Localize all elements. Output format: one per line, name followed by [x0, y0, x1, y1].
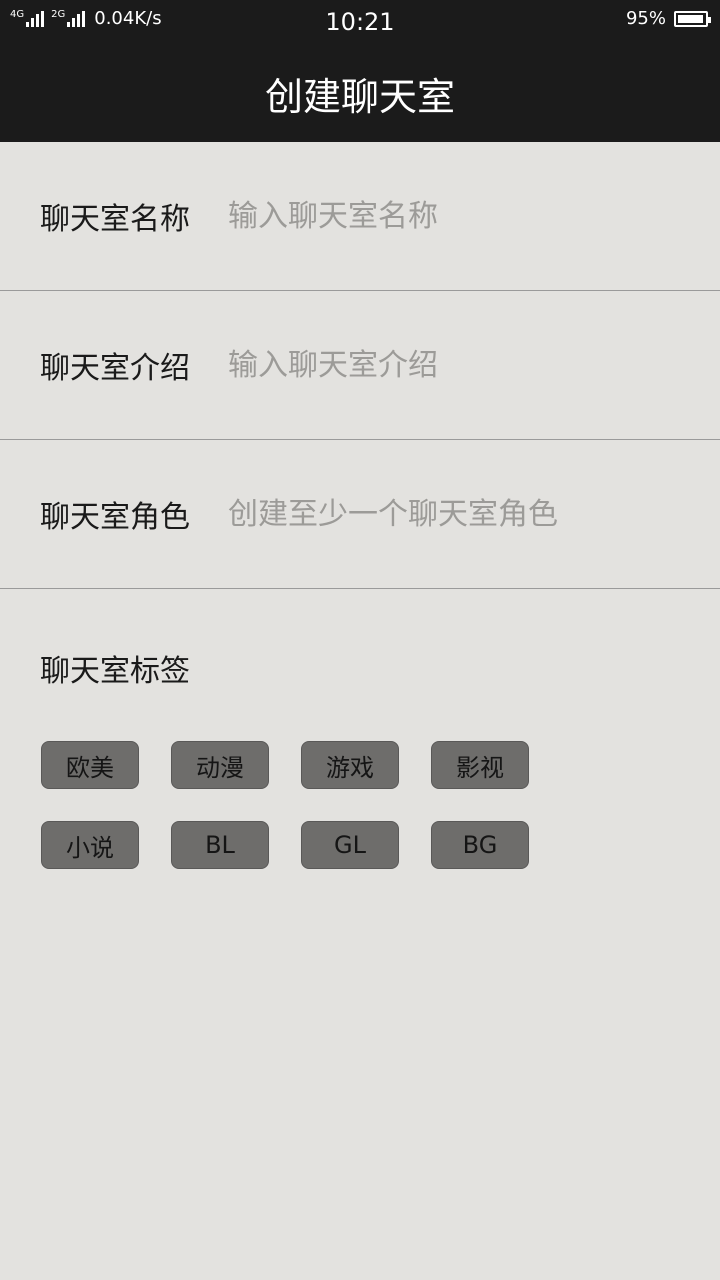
roles-label: 聊天室角色	[40, 500, 190, 535]
intro-row: 聊天室介绍	[0, 291, 720, 440]
roles-input[interactable]	[228, 496, 698, 532]
tag-button[interactable]: 动漫	[171, 741, 269, 789]
name-label: 聊天室名称	[40, 202, 190, 237]
intro-input[interactable]	[228, 347, 698, 383]
battery-fill	[678, 14, 703, 23]
battery-percent: 95%	[625, 8, 666, 29]
tags-title: 聊天室标签	[40, 654, 190, 689]
tag-button[interactable]: 游戏	[301, 741, 399, 789]
tag-button[interactable]: BL	[171, 821, 269, 869]
tag-button[interactable]: 影视	[431, 741, 529, 789]
status-bar: 4G 4G 2G 0.04K/s 10:21 95%	[0, 0, 720, 44]
battery-icon	[674, 10, 711, 27]
tag-button[interactable]: BG	[431, 821, 529, 869]
title-bar: 创建聊天室	[0, 44, 720, 142]
page-title: 创建聊天室	[264, 74, 455, 119]
intro-label: 聊天室介绍	[40, 351, 190, 386]
create-chatroom-form: 聊天室名称 聊天室介绍 聊天室角色	[0, 142, 720, 589]
status-time: 10:21	[325, 8, 395, 36]
tag-button[interactable]: 小说	[41, 821, 139, 869]
roles-row: 聊天室角色	[0, 440, 720, 589]
name-input[interactable]	[228, 198, 698, 234]
tag-button[interactable]: 欧美	[41, 741, 139, 789]
name-row: 聊天室名称	[0, 142, 720, 291]
tag-button[interactable]: GL	[301, 821, 399, 869]
status-right: 95%	[625, 8, 711, 29]
